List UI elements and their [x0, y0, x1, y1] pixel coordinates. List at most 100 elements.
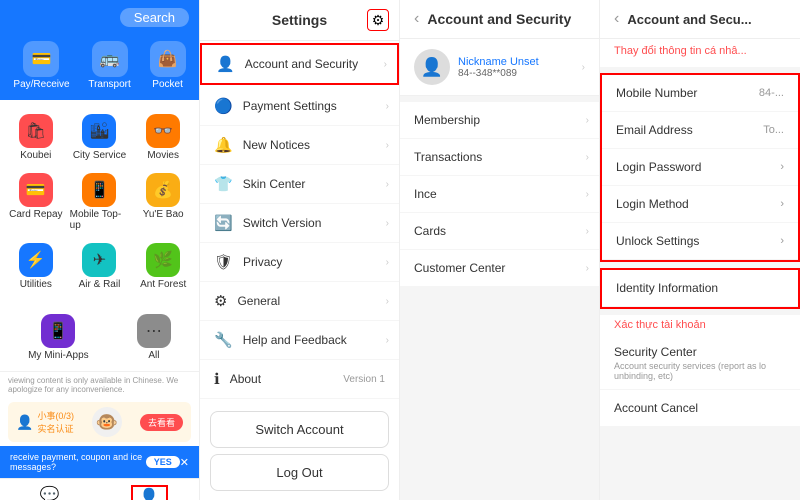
grid-city[interactable]: 🏙 City Service [68, 108, 132, 167]
notification-text: receive payment, coupon and ice messages… [10, 452, 146, 472]
promo-image: 🐵 [92, 407, 122, 437]
grid-utilities[interactable]: ⚡ Utilities [4, 237, 68, 296]
chevron-icon: › [386, 335, 389, 346]
grid-koubei[interactable]: 🛍 Koubei [4, 108, 68, 167]
grid-air-rail[interactable]: ✈ Air & Rail [68, 237, 132, 296]
settings-header: Settings ⚙ [200, 0, 399, 41]
xac-thuc-label: Xác thực tài khoản [600, 315, 800, 337]
koubei-icon: 🛍 [19, 114, 53, 148]
panel-home: Search 💳 Pay/Receive 🚌 Transport 👜 Pocke… [0, 0, 200, 500]
email-address-item[interactable]: Email Address To... [602, 112, 798, 149]
panel-settings: Settings ⚙ 👤 Account and Security › 🔵 Pa… [200, 0, 400, 500]
kyc-banner[interactable]: 👤 小事(0/3) 实名认证 🐵 去看看 [8, 402, 191, 442]
security-header: ‹ Account and Secu... [600, 0, 800, 39]
security-center-desc: Account security services (report as lo … [614, 361, 786, 381]
menu-ince[interactable]: Ince › [400, 176, 599, 213]
general-label: General [237, 294, 280, 308]
chevron-icon: › [386, 101, 389, 112]
account-header: ‹ Account and Security [400, 0, 599, 39]
account-security-label: Account and Security [245, 57, 358, 71]
grid-movies[interactable]: 👓 Movies [131, 108, 195, 167]
back-icon[interactable]: ‹ [414, 10, 419, 28]
chevron-icon: › [586, 263, 589, 274]
pocket-icon: 👜 [150, 41, 186, 77]
air-rail-icon: ✈ [82, 243, 116, 277]
switch-account-button[interactable]: Switch Account [210, 411, 389, 448]
grid-ant-forest[interactable]: 🌿 Ant Forest [131, 237, 195, 296]
top-icon-pocket[interactable]: 👜 Pocket [150, 41, 186, 90]
kyc-icon: 👤 [16, 414, 33, 431]
menu-item-privacy[interactable]: 🛡 Privacy › [200, 243, 399, 282]
nav-account[interactable]: 👤 Account [131, 485, 168, 500]
about-label: About [230, 372, 261, 386]
yes-button[interactable]: YES [146, 456, 180, 468]
account-menu-section: Membership › Transactions › Ince › Cards… [400, 102, 599, 287]
city-icon: 🏙 [82, 114, 116, 148]
account-cancel-item[interactable]: Account Cancel [600, 390, 800, 426]
all-item[interactable]: ⋯ All [135, 308, 173, 367]
security-subtitle: Thay đổi thông tin cá nhâ... [600, 39, 800, 73]
payment-label: Payment Settings [243, 99, 337, 113]
user-nickname: Nickname Unset [458, 56, 574, 68]
security-title: Account and Secu... [627, 12, 751, 27]
identity-info-item[interactable]: Identity Information [602, 270, 798, 307]
menu-membership[interactable]: Membership › [400, 102, 599, 139]
close-notification-icon[interactable]: ✕ [180, 456, 189, 469]
chevron-icon: › [386, 218, 389, 229]
chevron-icon: › [586, 152, 589, 163]
account-screen-title: Account and Security [427, 11, 571, 27]
notices-label: New Notices [243, 138, 310, 152]
movies-icon: 👓 [146, 114, 180, 148]
mini-apps-icon: 📱 [41, 314, 75, 348]
menu-transactions[interactable]: Transactions › [400, 139, 599, 176]
search-button[interactable]: Search [120, 8, 189, 27]
chevron-icon: › [586, 226, 589, 237]
personal-info-section: Mobile Number 84-... Email Address To...… [600, 73, 800, 262]
menu-item-skin[interactable]: 👕 Skin Center › [200, 165, 399, 204]
version-label: Switch Version [243, 216, 322, 230]
topup-icon: 📱 [82, 173, 116, 207]
logout-button[interactable]: Log Out [210, 454, 389, 491]
menu-item-help[interactable]: 🔧 Help and Feedback › [200, 321, 399, 360]
mini-apps-row: 📱 My Mini-Apps ⋯ All [0, 304, 199, 372]
security-center-title: Security Center [614, 345, 786, 359]
grid-topup[interactable]: 📱 Mobile Top-up [68, 167, 132, 237]
top-icon-transport[interactable]: 🚌 Transport [88, 41, 130, 90]
chevron-icon: › [386, 179, 389, 190]
unlock-settings-item[interactable]: Unlock Settings › [602, 223, 798, 260]
mobile-number-item[interactable]: Mobile Number 84-... [602, 75, 798, 112]
user-row-arrow: › [582, 62, 585, 73]
menu-cards[interactable]: Cards › [400, 213, 599, 250]
user-phone: 84--348**089 [458, 68, 574, 79]
menu-customer-center[interactable]: Customer Center › [400, 250, 599, 287]
account-security-icon: 👤 [216, 55, 235, 73]
payment-icon: 🔵 [214, 97, 233, 115]
all-icon: ⋯ [137, 314, 171, 348]
menu-item-general[interactable]: ⚙ General › [200, 282, 399, 321]
security-center-item[interactable]: Security Center Account security service… [600, 337, 800, 390]
menu-item-version[interactable]: 🔄 Switch Version › [200, 204, 399, 243]
notices-icon: 🔔 [214, 136, 233, 154]
transport-icon: 🚌 [92, 41, 128, 77]
menu-item-account-security[interactable]: 👤 Account and Security › [200, 43, 399, 85]
menu-item-notices[interactable]: 🔔 New Notices › [200, 126, 399, 165]
grid-card-repay[interactable]: 💳 Card Repay [4, 167, 68, 237]
menu-item-about[interactable]: ℹ About Version 1 [200, 360, 399, 399]
gear-button[interactable]: ⚙ [367, 9, 389, 31]
help-icon: 🔧 [214, 331, 233, 349]
user-info-row[interactable]: 👤 Nickname Unset 84--348**089 › [400, 39, 599, 96]
mini-apps-item[interactable]: 📱 My Mini-Apps [26, 308, 91, 367]
nav-message[interactable]: 💬 Message [31, 485, 68, 500]
version-icon: 🔄 [214, 214, 233, 232]
apology-text: viewing content is only available in Chi… [0, 372, 199, 398]
chevron-icon: › [586, 189, 589, 200]
grid-yuebao[interactable]: 💰 Yu'E Bao [131, 167, 195, 237]
chevron-icon: › [386, 257, 389, 268]
login-password-item[interactable]: Login Password › [602, 149, 798, 186]
menu-item-payment[interactable]: 🔵 Payment Settings › [200, 87, 399, 126]
top-icon-pay[interactable]: 💳 Pay/Receive [13, 41, 69, 90]
security-back-icon[interactable]: ‹ [614, 10, 619, 28]
kyc-label: 实名认证 [37, 422, 73, 435]
go-button[interactable]: 去看看 [140, 414, 183, 431]
login-method-item[interactable]: Login Method › [602, 186, 798, 223]
